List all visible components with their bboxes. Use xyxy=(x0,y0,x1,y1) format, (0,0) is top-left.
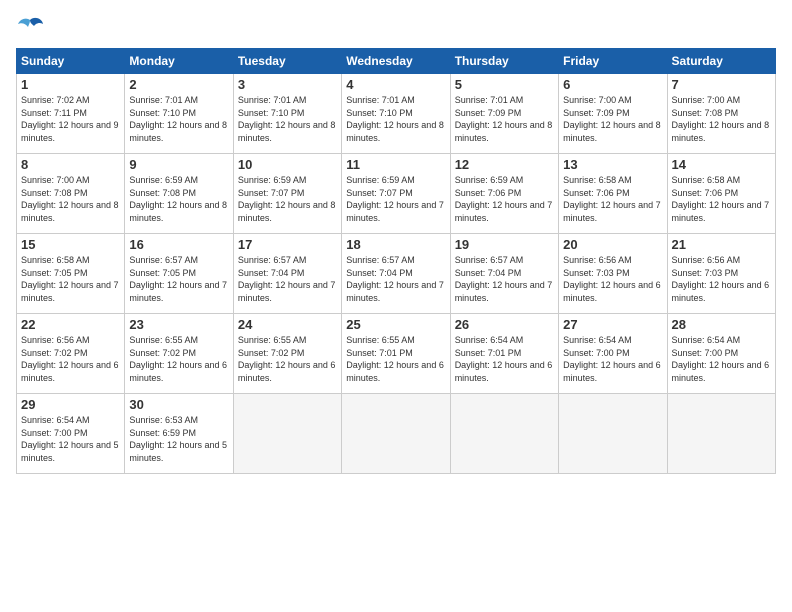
table-row: 2 Sunrise: 7:01 AM Sunset: 7:10 PM Dayli… xyxy=(125,74,233,154)
th-saturday: Saturday xyxy=(667,49,775,74)
table-row: 4 Sunrise: 7:01 AM Sunset: 7:10 PM Dayli… xyxy=(342,74,450,154)
table-row: 11 Sunrise: 6:59 AM Sunset: 7:07 PM Dayl… xyxy=(342,154,450,234)
table-row xyxy=(667,394,775,474)
table-row: 17 Sunrise: 6:57 AM Sunset: 7:04 PM Dayl… xyxy=(233,234,341,314)
table-row: 29 Sunrise: 6:54 AM Sunset: 7:00 PM Dayl… xyxy=(17,394,125,474)
table-row: 3 Sunrise: 7:01 AM Sunset: 7:10 PM Dayli… xyxy=(233,74,341,154)
table-row: 6 Sunrise: 7:00 AM Sunset: 7:09 PM Dayli… xyxy=(559,74,667,154)
table-row: 26 Sunrise: 6:54 AM Sunset: 7:01 PM Dayl… xyxy=(450,314,558,394)
table-row: 1 Sunrise: 7:02 AM Sunset: 7:11 PM Dayli… xyxy=(17,74,125,154)
table-row: 19 Sunrise: 6:57 AM Sunset: 7:04 PM Dayl… xyxy=(450,234,558,314)
table-row xyxy=(342,394,450,474)
table-row: 24 Sunrise: 6:55 AM Sunset: 7:02 PM Dayl… xyxy=(233,314,341,394)
table-row: 30 Sunrise: 6:53 AM Sunset: 6:59 PM Dayl… xyxy=(125,394,233,474)
calendar-table: Sunday Monday Tuesday Wednesday Thursday… xyxy=(16,48,776,474)
logo-icon xyxy=(16,16,44,38)
table-row xyxy=(450,394,558,474)
table-row: 14 Sunrise: 6:58 AM Sunset: 7:06 PM Dayl… xyxy=(667,154,775,234)
table-row: 9 Sunrise: 6:59 AM Sunset: 7:08 PM Dayli… xyxy=(125,154,233,234)
calendar-week: 8 Sunrise: 7:00 AM Sunset: 7:08 PM Dayli… xyxy=(17,154,776,234)
th-tuesday: Tuesday xyxy=(233,49,341,74)
table-row: 27 Sunrise: 6:54 AM Sunset: 7:00 PM Dayl… xyxy=(559,314,667,394)
table-row: 5 Sunrise: 7:01 AM Sunset: 7:09 PM Dayli… xyxy=(450,74,558,154)
th-sunday: Sunday xyxy=(17,49,125,74)
th-thursday: Thursday xyxy=(450,49,558,74)
table-row: 15 Sunrise: 6:58 AM Sunset: 7:05 PM Dayl… xyxy=(17,234,125,314)
table-row: 20 Sunrise: 6:56 AM Sunset: 7:03 PM Dayl… xyxy=(559,234,667,314)
table-row: 16 Sunrise: 6:57 AM Sunset: 7:05 PM Dayl… xyxy=(125,234,233,314)
table-row: 12 Sunrise: 6:59 AM Sunset: 7:06 PM Dayl… xyxy=(450,154,558,234)
calendar-week: 1 Sunrise: 7:02 AM Sunset: 7:11 PM Dayli… xyxy=(17,74,776,154)
logo xyxy=(16,16,48,38)
table-row: 21 Sunrise: 6:56 AM Sunset: 7:03 PM Dayl… xyxy=(667,234,775,314)
table-row: 28 Sunrise: 6:54 AM Sunset: 7:00 PM Dayl… xyxy=(667,314,775,394)
th-wednesday: Wednesday xyxy=(342,49,450,74)
table-row: 25 Sunrise: 6:55 AM Sunset: 7:01 PM Dayl… xyxy=(342,314,450,394)
table-row: 13 Sunrise: 6:58 AM Sunset: 7:06 PM Dayl… xyxy=(559,154,667,234)
table-row xyxy=(233,394,341,474)
table-row: 23 Sunrise: 6:55 AM Sunset: 7:02 PM Dayl… xyxy=(125,314,233,394)
calendar-week: 29 Sunrise: 6:54 AM Sunset: 7:00 PM Dayl… xyxy=(17,394,776,474)
table-row: 10 Sunrise: 6:59 AM Sunset: 7:07 PM Dayl… xyxy=(233,154,341,234)
th-monday: Monday xyxy=(125,49,233,74)
calendar-week: 22 Sunrise: 6:56 AM Sunset: 7:02 PM Dayl… xyxy=(17,314,776,394)
table-row: 7 Sunrise: 7:00 AM Sunset: 7:08 PM Dayli… xyxy=(667,74,775,154)
table-row: 22 Sunrise: 6:56 AM Sunset: 7:02 PM Dayl… xyxy=(17,314,125,394)
calendar-week: 15 Sunrise: 6:58 AM Sunset: 7:05 PM Dayl… xyxy=(17,234,776,314)
table-row: 18 Sunrise: 6:57 AM Sunset: 7:04 PM Dayl… xyxy=(342,234,450,314)
header-row: Sunday Monday Tuesday Wednesday Thursday… xyxy=(17,49,776,74)
table-row: 8 Sunrise: 7:00 AM Sunset: 7:08 PM Dayli… xyxy=(17,154,125,234)
th-friday: Friday xyxy=(559,49,667,74)
table-row xyxy=(559,394,667,474)
